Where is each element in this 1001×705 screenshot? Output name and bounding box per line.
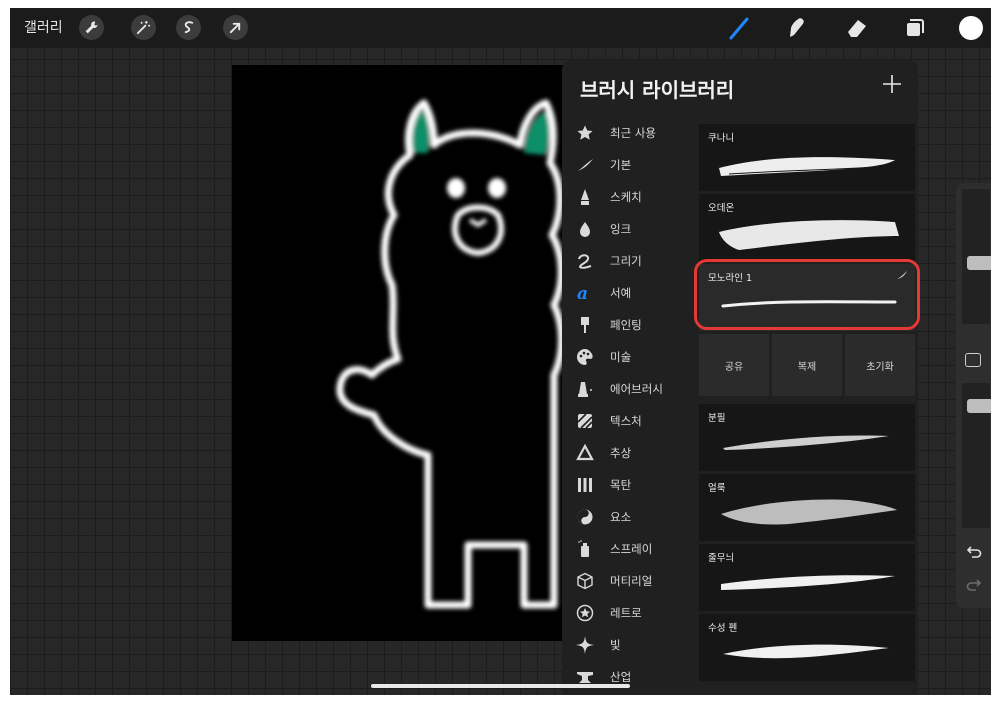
category-luminance[interactable]: 빛 [562,629,692,661]
category-materials[interactable]: 머티리얼 [562,565,692,597]
brush-item[interactable]: 수성 펜 [699,614,915,681]
ink-drop-icon [580,222,590,237]
home-indicator [371,684,630,688]
loop-icon [578,254,592,269]
brush-category-list: 최근 사용 기본 스케치 잉크 그리기 a 서예 페인팅 미술 에어브러시 텍스… [562,117,692,693]
brush-stroke-preview [723,435,889,450]
pencil-icon [581,189,589,205]
category-charcoal[interactable]: 목탄 [562,469,692,501]
category-ink[interactable]: 잉크 [562,213,692,245]
reset-button[interactable]: 초기화 [845,334,915,396]
retro-star-icon [576,604,594,622]
wrench-icon[interactable] [79,15,104,40]
category-spray[interactable]: 스프레이 [562,533,692,565]
share-button[interactable]: 공유 [699,334,769,396]
category-basic[interactable]: 기본 [562,149,692,181]
modify-button[interactable] [965,353,981,367]
brush-size-thumb[interactable] [967,256,991,270]
palette-icon [577,349,593,365]
add-brush-button[interactable] [880,72,904,96]
layers-icon[interactable] [901,15,927,41]
right-sidebar [956,183,991,608]
category-industrial[interactable]: 산업 [562,661,692,693]
category-airbrush[interactable]: 에어브러시 [562,373,692,405]
airbrush-icon [578,382,592,397]
spray-can-icon [578,540,589,557]
category-calligraphy[interactable]: a 서예 [562,277,692,309]
color-picker-button[interactable] [959,16,983,40]
category-sketch[interactable]: 스케치 [562,181,692,213]
eraser-icon[interactable] [844,15,870,41]
category-elements[interactable]: 요소 [562,501,692,533]
brush-item[interactable]: 얼룩 [699,474,915,541]
transform-arrow-icon[interactable] [223,15,248,40]
brush-icon[interactable] [727,15,753,41]
category-artistic[interactable]: 미술 [562,341,692,373]
star-icon [577,125,593,140]
stroke-icon [577,159,593,171]
brush-stroke-preview [723,644,889,659]
brush-item[interactable]: 오데온 [699,194,915,261]
brush-size-slider[interactable] [962,189,991,324]
charcoal-icon [578,478,592,492]
drawing-canvas[interactable] [232,65,572,641]
duplicate-button[interactable]: 복제 [772,334,842,396]
yin-yang-icon [577,509,593,525]
top-toolbar: 갤러리 [10,8,991,48]
calligraphy-icon: a [577,284,588,302]
undo-icon[interactable] [966,545,982,559]
alpaca-drawing [336,99,565,609]
opacity-slider[interactable] [962,383,991,528]
brush-stroke-preview [721,499,897,525]
brush-list: 쿠나니 오데온 모노라인 1 공유 복제 초기화 분필 얼룩 줄무늬 수성 펜 [699,124,915,684]
svg-text:a: a [577,284,588,302]
texture-icon [577,413,593,429]
brush-item[interactable]: 줄무늬 [699,544,915,611]
gallery-button[interactable]: 갤러리 [24,17,63,37]
category-textures[interactable]: 텍스처 [562,405,692,437]
brush-stroke-preview [719,157,895,176]
triangle-icon [576,444,594,461]
brush-item[interactable]: 쿠나니 [699,124,915,191]
category-drawing[interactable]: 그리기 [562,245,692,277]
cube-icon [577,572,593,590]
brush-stroke-preview [721,575,895,590]
selection-icon[interactable] [176,15,201,40]
panel-title: 브러시 라이브러리 [580,78,735,102]
redo-icon[interactable] [966,578,982,592]
category-painting[interactable]: 페인팅 [562,309,692,341]
category-retro[interactable]: 레트로 [562,597,692,629]
selected-brush-highlight [694,259,920,330]
category-recent[interactable]: 최근 사용 [562,117,692,149]
brush-library-panel: 브러시 라이브러리 최근 사용 기본 스케치 잉크 그리기 a 서예 페인팅 미… [562,60,918,695]
brush-item[interactable]: 분필 [699,404,915,471]
brush-stroke-preview [719,220,899,250]
procreate-screen: 갤러리 브러시 라이브러리 최근 사용 기본 스케치 잉크 그리기 a 서예 페… [10,8,991,695]
category-abstract[interactable]: 추상 [562,437,692,469]
magic-wand-icon[interactable] [131,15,156,40]
sparkle-icon [576,636,594,654]
smudge-icon[interactable] [784,15,810,41]
opacity-thumb[interactable] [967,399,991,413]
brush-actions: 공유 복제 초기화 [699,334,915,396]
paint-brush-icon [581,317,589,333]
